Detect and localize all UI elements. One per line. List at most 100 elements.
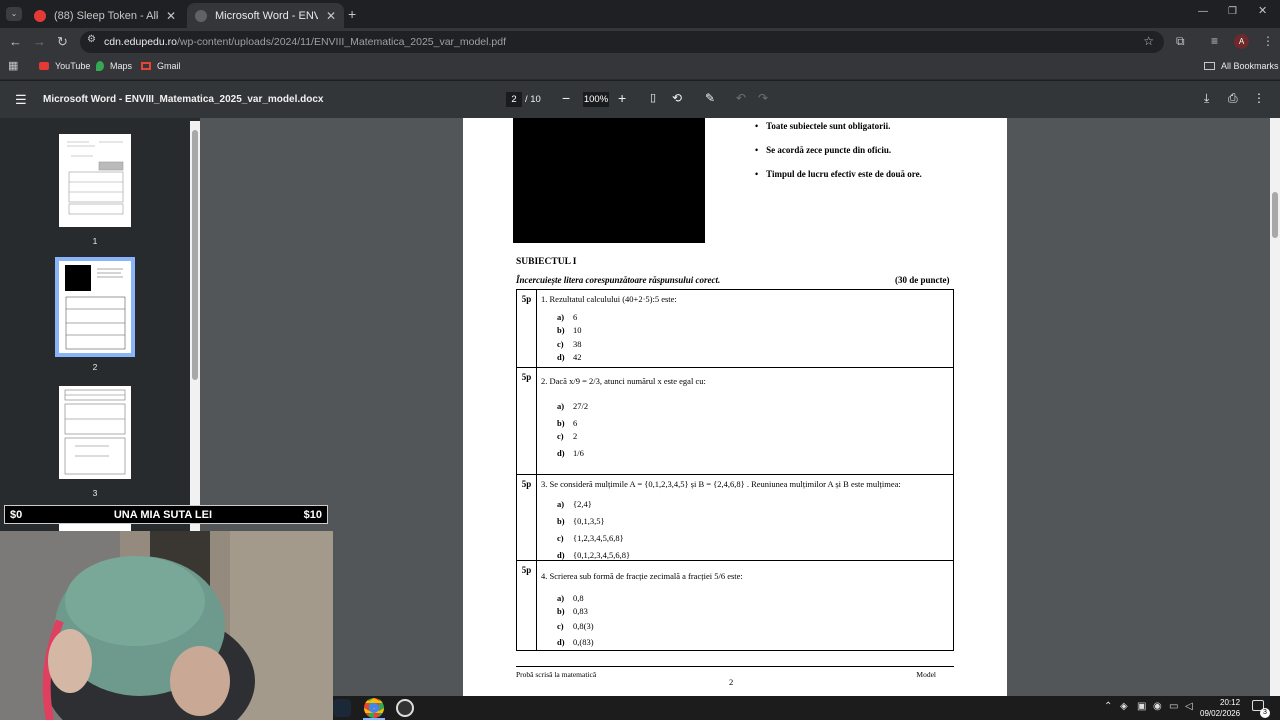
thumbnail-preview (65, 265, 126, 350)
menu-kebab-icon[interactable]: ⋮ (1262, 35, 1274, 47)
footer-right: Model (916, 670, 936, 679)
reading-list-icon[interactable]: ≡ (1211, 35, 1218, 47)
more-actions-icon[interactable]: ⋮ (1253, 92, 1265, 104)
answer-option: b) 0,83 (557, 606, 588, 617)
question-stem: 4. Scrierea sub formă de fracție zecimal… (541, 571, 743, 581)
tray-app-icon[interactable]: ◈ (1120, 701, 1128, 712)
question-stem: 2. Dacă x/9 = 2/3, atunci numărul x este… (541, 376, 706, 386)
notification-count: 3 (1260, 708, 1270, 718)
rotate-icon[interactable]: ⟲ (672, 92, 682, 104)
close-tab-icon[interactable]: ✕ (166, 9, 176, 23)
tab-pdf[interactable]: Microsoft Word - ENVIII_Matem ✕ (187, 3, 344, 28)
back-icon[interactable]: ← (9, 35, 22, 48)
close-tab-icon[interactable]: ✕ (326, 9, 336, 23)
tab-search-icon[interactable]: ⌄ (6, 7, 22, 21)
donation-title: UNA MIA SUTA LEI (113, 508, 213, 521)
bookmark-gmail[interactable]: Gmail (141, 61, 181, 71)
folder-icon (1204, 62, 1215, 70)
footer-left: Probă scrisă la matematică (516, 670, 597, 679)
pdf-page: • Toate subiectele sunt obligatorii. • Se … (463, 118, 1007, 696)
section-instruction: Încercuiește litera corespunzătoare răsp… (516, 275, 721, 285)
page-thumbnail-3[interactable] (59, 386, 131, 479)
rule-bullet: • Se acordă zece puncte din oficiu. (755, 145, 892, 155)
forward-icon[interactable]: → (33, 35, 46, 48)
page-thumbnail-2[interactable] (55, 257, 135, 357)
sidebar-scrollbar-thumb[interactable] (192, 130, 198, 380)
rule-text: Timpul de lucru efectiv este de două ore… (766, 169, 922, 179)
webcam-image (0, 531, 333, 720)
bookmark-label: Gmail (157, 61, 181, 71)
redo-icon[interactable]: ↷ (758, 92, 768, 104)
apps-grid-icon[interactable]: ▦ (8, 61, 18, 72)
answer-option: b) 10 (557, 325, 582, 336)
rule-text: Se acordă zece puncte din oficiu. (766, 145, 892, 155)
thumbnail-label: 1 (92, 236, 98, 246)
question-points: 5p (517, 290, 537, 367)
bookmark-label: Maps (110, 61, 133, 71)
answer-option: a) 0,8 (557, 592, 584, 603)
clock[interactable]: 20:12 09/02/2026 (1200, 697, 1240, 719)
viewer-scrollbar-thumb[interactable] (1272, 192, 1278, 238)
fit-page-icon[interactable]: ▯ (650, 93, 656, 104)
profile-avatar[interactable]: A (1234, 34, 1249, 49)
webcam-overlay (0, 531, 333, 720)
obs-icon[interactable] (396, 699, 414, 717)
annotate-icon[interactable]: ✎ (705, 92, 715, 104)
bookmark-star-icon[interactable]: ☆ (1143, 35, 1154, 47)
thumbnail-preview (67, 141, 124, 215)
page-number: 2 (729, 677, 734, 687)
question-points: 5p (517, 561, 537, 650)
network-icon[interactable]: ▭ (1169, 701, 1178, 712)
minimize-icon[interactable]: — (1198, 7, 1208, 17)
sidebar-menu-icon[interactable]: ☰ (15, 93, 27, 106)
youtube-icon (39, 62, 49, 70)
bookmark-maps[interactable]: Maps (96, 61, 132, 71)
url-path: /wp-content/uploads/2024/11/ENVIII_Matem… (176, 36, 506, 48)
zoom-out-icon[interactable]: − (562, 91, 570, 105)
address-bar[interactable]: ⚙ cdn.edupedu.ro/wp-content/uploads/2024… (80, 31, 1164, 53)
window-close-icon[interactable]: ✕ (1258, 6, 1267, 17)
page-thumbnail-1[interactable] (59, 134, 131, 227)
question-points: 5p (517, 475, 537, 560)
page-footer: Probă scrisă la matematică Model (516, 666, 954, 679)
undo-icon[interactable]: ↶ (736, 92, 746, 104)
tray-overflow-icon[interactable]: ⌃ (1104, 701, 1112, 712)
answer-option: a) 6 (557, 311, 578, 322)
question-row: 5p 4. Scrierea sub formă de fracție zeci… (517, 560, 953, 650)
donation-max: $10 (303, 508, 322, 521)
zoom-in-icon[interactable]: + (618, 91, 626, 105)
donation-min: $0 (10, 508, 23, 521)
volume-icon[interactable]: ◁ (1185, 701, 1193, 712)
thumbnail-preview (64, 389, 126, 475)
answer-option: a) 27/2 (557, 401, 589, 411)
reload-icon[interactable]: ↻ (57, 35, 68, 48)
restore-icon[interactable]: ❐ (1228, 7, 1237, 17)
all-bookmarks-label: All Bookmarks (1221, 61, 1279, 71)
download-icon[interactable]: ⤓ (1204, 92, 1209, 104)
chrome-icon[interactable] (364, 698, 384, 718)
url-host: cdn.edupedu.ro (104, 36, 177, 48)
page-number-input[interactable]: 2 (506, 92, 522, 107)
tray-app-icon[interactable]: ▣ (1137, 701, 1146, 712)
questions-table: 5p 1. Rezultatul calculului (40+2·5):5 e… (516, 289, 954, 651)
print-icon[interactable]: ⎙ (1228, 92, 1238, 104)
zoom-input[interactable]: 100% (583, 92, 609, 107)
bookmark-youtube[interactable]: YouTube (39, 61, 90, 71)
all-bookmarks[interactable]: All Bookmarks (1204, 61, 1279, 71)
answer-option: c) 2 (557, 431, 578, 442)
tray-app-icon[interactable]: ◉ (1153, 701, 1162, 712)
bookmarks-bar (0, 56, 1280, 80)
site-info-icon[interactable]: ⚙ (87, 35, 96, 45)
tab-youtube[interactable]: (88) Sleep Token - Alkaline - Yo ✕ (26, 3, 184, 28)
clock-time: 20:12 (1220, 698, 1241, 707)
steam-icon[interactable] (333, 699, 351, 717)
new-tab-button[interactable]: + (348, 7, 356, 21)
tab-title: (88) Sleep Token - Alkaline - Yo (54, 9, 158, 22)
answer-option: b) 6 (557, 417, 578, 428)
rule-bullet: • Timpul de lucru efectiv este de două or… (755, 169, 922, 179)
extensions-icon[interactable]: ⧉ (1176, 35, 1185, 47)
question-stem: 1. Rezultatul calculului (40+2·5):5 este… (541, 294, 677, 304)
maps-icon (96, 61, 104, 71)
section-points: (30 de puncte) (895, 275, 950, 285)
question-row: 5p 1. Rezultatul calculului (40+2·5):5 e… (517, 290, 953, 367)
